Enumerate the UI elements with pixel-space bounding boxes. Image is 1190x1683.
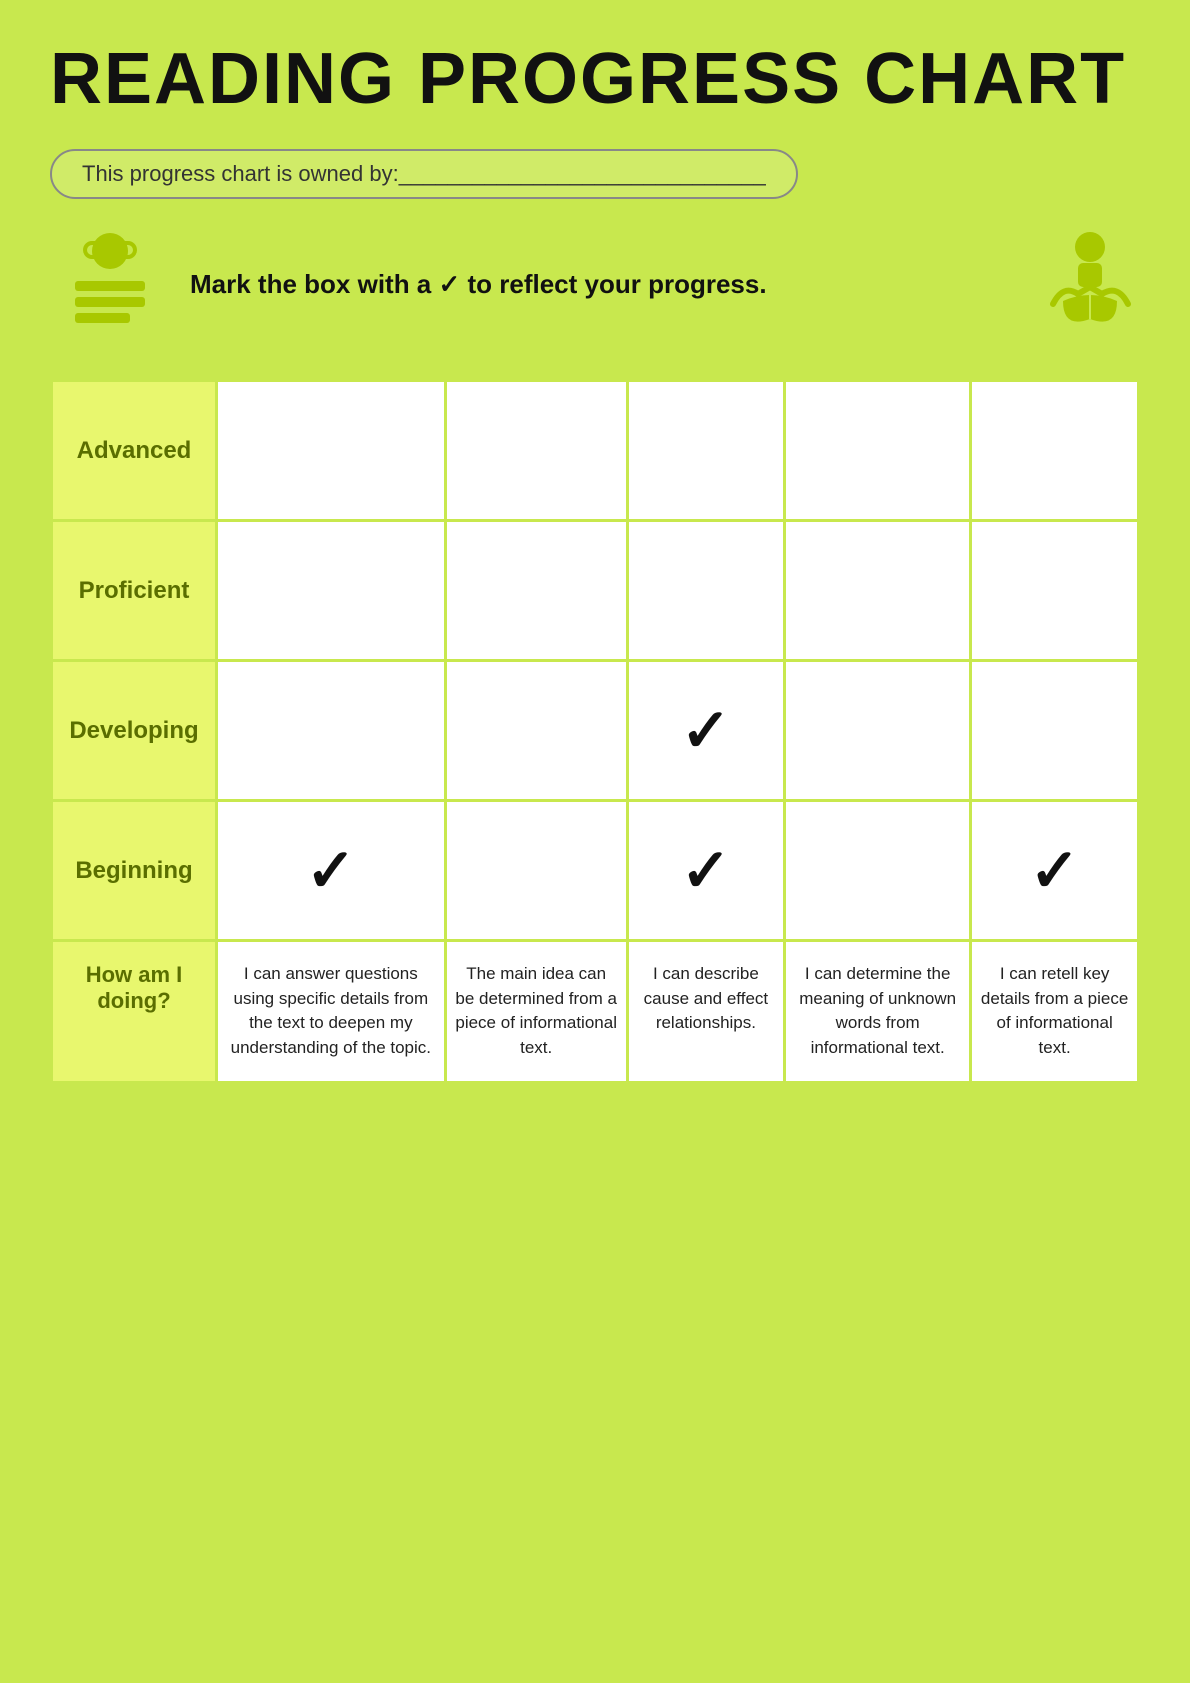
reader-icon	[1040, 229, 1140, 339]
cell-advanced-3[interactable]	[627, 381, 784, 521]
instruction-text: Mark the box with a ✓ to reflect your pr…	[170, 269, 1040, 300]
label-proficient: Proficient	[52, 521, 217, 661]
cell-proficient-3[interactable]	[627, 521, 784, 661]
progress-table: Advanced Proficient Developing ✓ Beginni…	[50, 379, 1140, 1084]
label-developing: Developing	[52, 661, 217, 801]
desc-col2: The main idea can be determined from a p…	[445, 941, 627, 1083]
cell-beginning-5[interactable]: ✓	[971, 801, 1139, 941]
owner-bar: This progress chart is owned by:________…	[50, 149, 798, 199]
cell-advanced-1[interactable]	[217, 381, 446, 521]
page-title: READING PROGRESS CHART	[50, 40, 1140, 119]
label-advanced: Advanced	[52, 381, 217, 521]
cell-proficient-1[interactable]	[217, 521, 446, 661]
cell-beginning-2[interactable]	[445, 801, 627, 941]
desc-col1: I can answer questions using specific de…	[217, 941, 446, 1083]
table-row-beginning: Beginning ✓ ✓ ✓	[52, 801, 1139, 941]
cell-developing-5[interactable]	[971, 661, 1139, 801]
cell-proficient-5[interactable]	[971, 521, 1139, 661]
cell-beginning-1[interactable]: ✓	[217, 801, 446, 941]
table-row-proficient: Proficient	[52, 521, 1139, 661]
teacher-icon	[50, 229, 170, 339]
cell-proficient-2[interactable]	[445, 521, 627, 661]
label-beginning: Beginning	[52, 801, 217, 941]
table-row-developing: Developing ✓	[52, 661, 1139, 801]
cell-developing-2[interactable]	[445, 661, 627, 801]
desc-col5: I can retell key details from a piece of…	[971, 941, 1139, 1083]
cell-proficient-4[interactable]	[785, 521, 971, 661]
label-how: How am I doing?	[52, 941, 217, 1083]
desc-col4: I can determine the meaning of unknown w…	[785, 941, 971, 1083]
cell-beginning-4[interactable]	[785, 801, 971, 941]
cell-advanced-5[interactable]	[971, 381, 1139, 521]
table-row-how: How am I doing? I can answer questions u…	[52, 941, 1139, 1083]
cell-developing-4[interactable]	[785, 661, 971, 801]
cell-advanced-4[interactable]	[785, 381, 971, 521]
cell-developing-3[interactable]: ✓	[627, 661, 784, 801]
table-row-advanced: Advanced	[52, 381, 1139, 521]
desc-col3: I can describe cause and effect relation…	[627, 941, 784, 1083]
cell-beginning-3[interactable]: ✓	[627, 801, 784, 941]
cell-advanced-2[interactable]	[445, 381, 627, 521]
cell-developing-1[interactable]	[217, 661, 446, 801]
